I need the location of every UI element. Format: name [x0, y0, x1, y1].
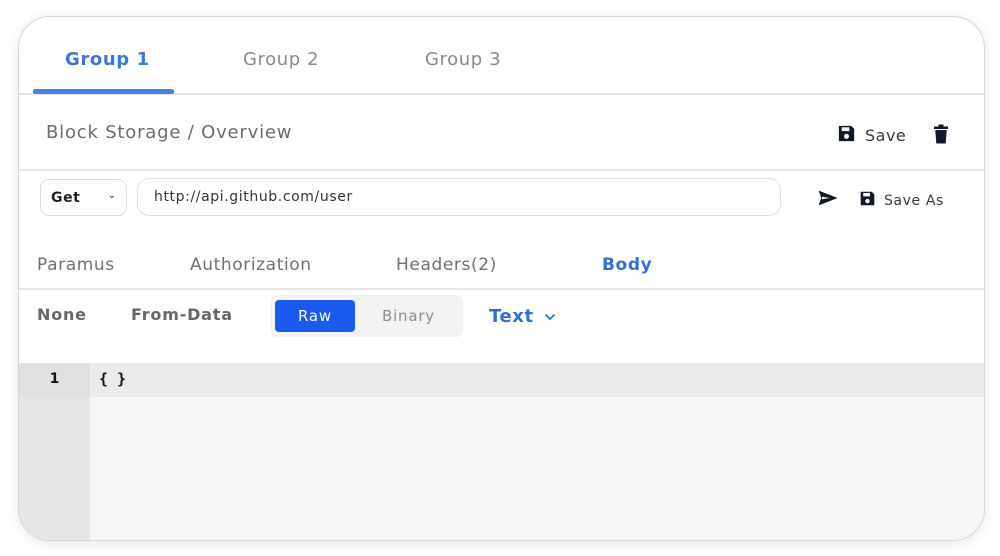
active-tab-indicator	[33, 89, 174, 94]
tab-group-2[interactable]: Group 2	[243, 49, 319, 70]
editor-line[interactable]: 1 { }	[19, 363, 984, 397]
code-editor[interactable]: 1 { }	[19, 363, 984, 540]
tab-params[interactable]: Paramus	[37, 255, 115, 275]
chevron-down-icon	[544, 310, 556, 324]
body-type-form-data[interactable]: From-Data	[131, 305, 233, 324]
trash-icon	[933, 124, 949, 148]
delete-button[interactable]	[933, 124, 949, 148]
tab-headers[interactable]: Headers(2)	[396, 255, 497, 275]
breadcrumb: Block Storage / Overview	[46, 122, 293, 143]
divider	[19, 288, 984, 290]
save-as-label: Save As	[884, 192, 944, 209]
body-type-toggle: Raw Binary	[270, 295, 463, 337]
floppy-disk-icon	[859, 190, 876, 211]
body-type-none[interactable]: None	[37, 305, 87, 324]
tab-body[interactable]: Body	[602, 255, 652, 275]
url-input[interactable]	[137, 178, 781, 216]
tab-group-1[interactable]: Group 1	[65, 49, 150, 70]
method-select[interactable]: Get ⌄	[40, 179, 127, 216]
tab-group-3[interactable]: Group 3	[425, 49, 501, 70]
format-dropdown[interactable]: Text	[489, 306, 556, 327]
send-button[interactable]	[818, 190, 838, 210]
request-panel: Group 1 Group 2 Group 3 Block Storage / …	[18, 16, 985, 541]
line-number: 1	[49, 371, 60, 387]
code-content[interactable]: { }	[99, 370, 126, 388]
send-icon	[818, 190, 838, 210]
body-type-raw[interactable]: Raw	[275, 300, 355, 332]
chevron-down-icon: ⌄	[107, 190, 116, 201]
divider	[19, 169, 984, 171]
save-button[interactable]: Save	[837, 124, 906, 147]
tab-authorization[interactable]: Authorization	[190, 255, 312, 275]
body-type-binary[interactable]: Binary	[361, 300, 456, 332]
group-tabs: Group 1 Group 2 Group 3	[19, 17, 984, 95]
save-as-button[interactable]: Save As	[859, 190, 944, 211]
method-value: Get	[51, 189, 81, 206]
floppy-disk-icon	[837, 124, 856, 147]
save-label: Save	[865, 126, 907, 145]
format-value: Text	[489, 306, 534, 327]
